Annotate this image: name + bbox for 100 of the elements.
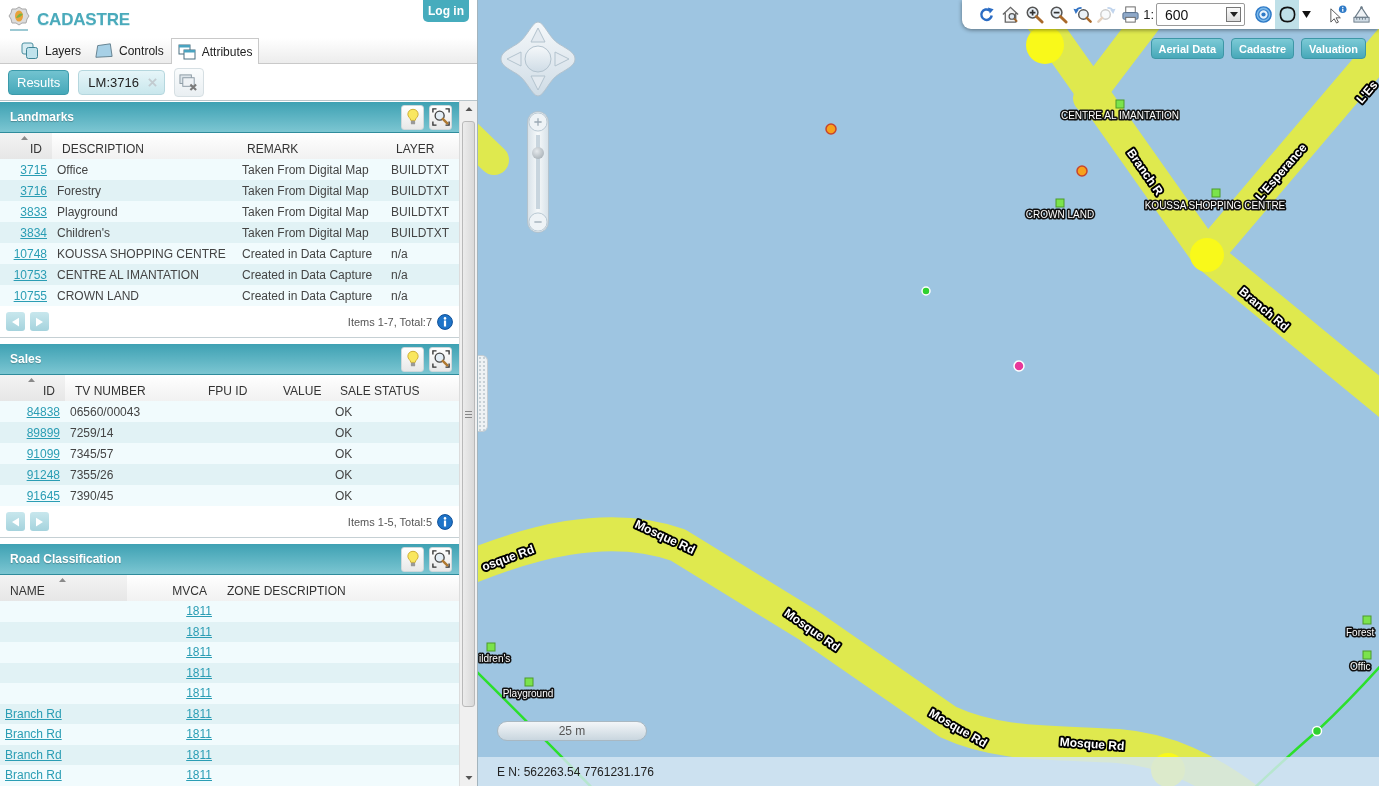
- pan-left-icon[interactable]: [506, 51, 522, 67]
- table-row[interactable]: Branch Rd 1811: [0, 724, 459, 745]
- tab[interactable]: Layers: [14, 38, 89, 63]
- highlight-button[interactable]: [401, 346, 424, 372]
- point-marker-icon[interactable]: [1211, 188, 1221, 198]
- zoom-to-button[interactable]: [429, 346, 452, 372]
- splitter-handle[interactable]: [478, 355, 488, 432]
- column-header[interactable]: ID: [0, 133, 52, 159]
- pan-control[interactable]: [499, 20, 577, 98]
- point-marker-icon[interactable]: [1362, 650, 1372, 660]
- close-icon[interactable]: [147, 77, 157, 87]
- column-header[interactable]: LAYER: [386, 133, 459, 159]
- table-link[interactable]: 91099: [26, 446, 60, 461]
- table-link[interactable]: 3715: [20, 162, 47, 177]
- info-icon[interactable]: [437, 513, 453, 530]
- table-link[interactable]: 3834: [20, 225, 47, 240]
- column-header[interactable]: DESCRIPTION: [52, 133, 237, 159]
- table-link[interactable]: 10753: [13, 267, 47, 282]
- scrollbar[interactable]: [459, 101, 477, 786]
- table-row[interactable]: 89899 7259/14 OK: [0, 422, 459, 443]
- table-row[interactable]: 3834 Children's Taken From Digital Map BUILDTXT: [0, 222, 459, 243]
- results-button[interactable]: Results: [8, 69, 70, 95]
- table-link[interactable]: 91248: [26, 467, 60, 482]
- highlight-button[interactable]: [401, 546, 424, 572]
- zoom-to-button[interactable]: [429, 546, 452, 572]
- column-header[interactable]: MVCA: [127, 575, 217, 601]
- pan-center-icon[interactable]: [524, 45, 552, 73]
- table-link[interactable]: Branch Rd: [5, 768, 62, 783]
- table-row[interactable]: 3833 Playground Taken From Digital Map BUILDTXT: [0, 201, 459, 222]
- layer-button[interactable]: Cadastre: [1231, 38, 1295, 59]
- table-row[interactable]: 3716 Forestry Taken From Digital Map BUILDTXT: [0, 180, 459, 201]
- column-header[interactable]: SALE STATUS: [330, 375, 459, 401]
- table-link[interactable]: 3716: [20, 183, 47, 198]
- table-link[interactable]: Branch Rd: [5, 706, 62, 721]
- table-link[interactable]: 10748: [13, 246, 47, 261]
- table-link[interactable]: Branch Rd: [5, 747, 62, 762]
- table-link[interactable]: 1811: [186, 604, 212, 619]
- table-row[interactable]: 91099 7345/57 OK: [0, 443, 459, 464]
- point-marker-icon[interactable]: [1115, 99, 1125, 109]
- table-row[interactable]: 10748 KOUSSA SHOPPING CENTRE Created in Data Capture n/a: [0, 243, 459, 264]
- table-row[interactable]: 10753 CENTRE AL IMANTATION Created in Data Capture n/a: [0, 264, 459, 285]
- previous-page-button[interactable]: [6, 312, 25, 331]
- table-row[interactable]: Branch Rd 1811: [0, 744, 459, 765]
- table-link[interactable]: 1811: [186, 665, 212, 680]
- pan-up-icon[interactable]: [530, 27, 546, 43]
- circle-select-button[interactable]: [1275, 0, 1299, 29]
- tab[interactable]: Attributes: [170, 38, 260, 64]
- table-link[interactable]: 1811: [186, 768, 212, 783]
- zoom-thumb[interactable]: [532, 147, 544, 160]
- table-row[interactable]: 91248 7355/26 OK: [0, 464, 459, 485]
- layer-button[interactable]: Aerial Data: [1150, 38, 1224, 59]
- column-header[interactable]: VALUE: [273, 375, 330, 401]
- column-header[interactable]: REMARK: [237, 133, 386, 159]
- column-header[interactable]: ZONE DESCRIPTION: [217, 575, 459, 601]
- table-link[interactable]: 1811: [186, 686, 212, 701]
- info-icon[interactable]: [437, 313, 453, 330]
- point-marker-icon[interactable]: [486, 642, 496, 652]
- map-marker-icon[interactable]: [1076, 165, 1088, 177]
- table-link[interactable]: 91645: [26, 488, 60, 503]
- table-link[interactable]: 1811: [186, 747, 212, 762]
- zoom-slider[interactable]: [527, 111, 549, 233]
- dropdown-button[interactable]: [1226, 7, 1241, 22]
- table-link[interactable]: 1811: [186, 706, 212, 721]
- table-row[interactable]: 84838 06560/00043 OK: [0, 401, 459, 422]
- table-row[interactable]: Branch Rd 1811: [0, 703, 459, 724]
- login-button[interactable]: Log in: [423, 0, 469, 22]
- table-row[interactable]: 91645 7390/45 OK: [0, 485, 459, 506]
- pan-right-icon[interactable]: [554, 51, 570, 67]
- zoom-to-button[interactable]: [429, 104, 452, 130]
- table-row[interactable]: 3715 Office Taken From Digital Map BUILDTXT: [0, 159, 459, 180]
- table-link[interactable]: 1811: [186, 727, 212, 742]
- table-row[interactable]: Branch Rd 1811: [0, 765, 459, 786]
- column-header[interactable]: TV NUMBER: [65, 375, 198, 401]
- point-marker-icon[interactable]: [524, 677, 534, 687]
- table-link[interactable]: 1811: [186, 624, 212, 639]
- table-link[interactable]: Branch Rd: [5, 727, 62, 742]
- table-link[interactable]: 89899: [26, 425, 60, 440]
- column-header[interactable]: ID: [0, 375, 65, 401]
- plus-icon[interactable]: [528, 112, 548, 132]
- point-marker-icon[interactable]: [1362, 615, 1372, 625]
- previous-page-button[interactable]: [6, 512, 25, 531]
- table-row[interactable]: 1811: [0, 683, 459, 704]
- filter-chip[interactable]: LM:3716: [78, 69, 165, 95]
- scrollbar-thumb[interactable]: [462, 121, 475, 707]
- clear-results-button[interactable]: [173, 67, 204, 97]
- table-link[interactable]: 84838: [26, 404, 60, 419]
- highlight-button[interactable]: [401, 104, 424, 130]
- tab[interactable]: Controls: [88, 38, 171, 63]
- next-page-button[interactable]: [30, 312, 49, 331]
- table-row[interactable]: 1811: [0, 642, 459, 663]
- table-row[interactable]: 1811: [0, 601, 459, 622]
- scale-select[interactable]: 600: [1156, 3, 1245, 26]
- map-marker-icon[interactable]: [825, 123, 837, 135]
- table-row[interactable]: 1811: [0, 621, 459, 642]
- table-link[interactable]: 10755: [13, 288, 47, 303]
- layer-button[interactable]: Valuation: [1301, 38, 1366, 59]
- next-page-button[interactable]: [30, 512, 49, 531]
- table-link[interactable]: 1811: [186, 645, 212, 660]
- column-header[interactable]: FPU ID: [198, 375, 273, 401]
- pan-down-icon[interactable]: [530, 75, 546, 91]
